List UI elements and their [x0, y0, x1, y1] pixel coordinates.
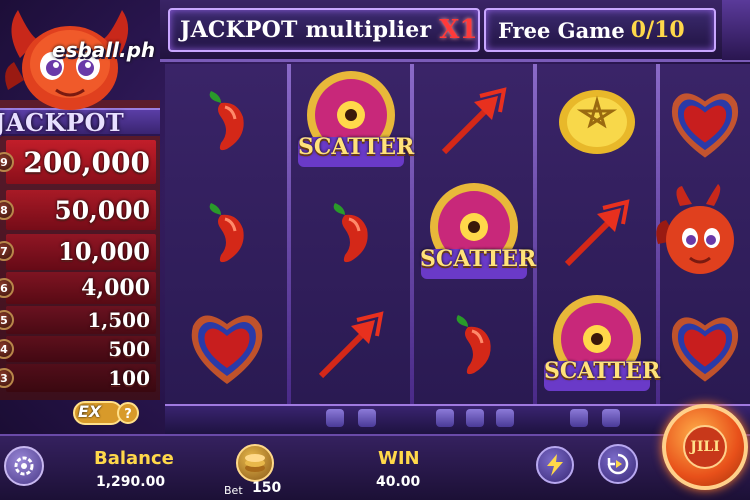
devil-wild-icon: [656, 184, 734, 274]
reel-symbol: [538, 66, 656, 178]
jackpot-tier: 9 200,000: [0, 144, 156, 180]
jackpot-multiplier-panel: JACKPOT multiplier X1: [168, 8, 480, 52]
chili-icon: [456, 315, 491, 375]
win-label: WIN: [378, 448, 420, 469]
scatter-label: SCATTER: [544, 358, 661, 384]
settings-button[interactable]: [4, 446, 44, 486]
win-value: 40.00: [376, 474, 421, 490]
jackpot-tier: 5 1,500: [0, 307, 156, 333]
flaming-heart-icon: [191, 315, 263, 384]
tier-value: 500: [108, 337, 150, 361]
skull-marker-icon: [326, 409, 344, 427]
reel-symbol: [292, 62, 410, 182]
coin-stack-icon: [245, 454, 265, 472]
scatter-wheel-icon: [544, 295, 650, 391]
game-stage: JACKPOT multiplier X1 Free Game 0/10 JAC…: [0, 0, 750, 500]
chili-icon: [209, 203, 244, 263]
trident-icon: [318, 311, 384, 379]
bet-label: Bet: [224, 484, 243, 497]
tier-value: 4,000: [81, 275, 150, 301]
chili-icon: [209, 91, 244, 151]
chili-icon: [333, 203, 368, 263]
skull-marker-icon: [358, 409, 376, 427]
tier-badge-icon: 3: [0, 368, 14, 388]
jackpot-multiplier-value: X1: [439, 15, 478, 45]
reel-symbol: [168, 178, 286, 290]
balance-label: Balance: [94, 448, 174, 469]
scatter-wheel-icon: [298, 71, 404, 167]
scatter-label: SCATTER: [298, 134, 415, 160]
tier-badge-icon: 7: [0, 241, 14, 261]
free-game-panel: Free Game 0/10: [484, 8, 716, 52]
reel-symbol: [538, 178, 656, 290]
pentagram-coin-icon: [559, 90, 635, 154]
reel-divider: [410, 64, 414, 404]
spin-button[interactable]: JILI: [662, 404, 748, 490]
brand-logo: esball.ph: [52, 38, 156, 62]
skull-marker-icon: [466, 409, 484, 427]
tier-value: 200,000: [23, 145, 150, 179]
bet-value: 150: [252, 480, 282, 496]
flaming-heart-icon: [671, 317, 739, 382]
extra-bet-label: EX: [78, 402, 102, 421]
tier-badge-icon: 5: [0, 310, 14, 330]
jackpot-tier: 8 50,000: [0, 194, 156, 226]
autoplay-icon: [607, 453, 629, 475]
tier-value: 10,000: [58, 236, 150, 266]
reel-symbol: [168, 290, 286, 402]
skull-marker-icon: [436, 409, 454, 427]
tier-badge-icon: 6: [0, 278, 14, 298]
tier-value: 100: [108, 366, 150, 390]
tier-value: 50,000: [54, 195, 150, 225]
gear-icon: [14, 456, 34, 476]
scatter-wheel-icon: [421, 183, 527, 279]
jackpot-tier: 3 100: [0, 366, 156, 390]
reel-symbol: [292, 178, 410, 290]
tier-badge-icon: 4: [0, 339, 14, 359]
jackpot-title: JACKPOT: [0, 108, 125, 137]
turbo-button[interactable]: [536, 446, 574, 484]
jackpot-multiplier-label: JACKPOT multiplier: [180, 17, 432, 43]
reel-symbol: [538, 286, 656, 406]
balance-value: 1,290.00: [96, 474, 166, 490]
tier-badge-icon: 8: [0, 200, 14, 220]
reel-symbol: [415, 290, 533, 402]
jackpot-tier: 6 4,000: [0, 274, 156, 302]
reel-symbol: [168, 66, 286, 178]
skull-marker-icon: [496, 409, 514, 427]
trident-icon: [441, 87, 507, 155]
reel-symbol: [660, 66, 750, 178]
reel-symbol: [660, 290, 750, 402]
reel-symbol: [415, 174, 533, 294]
tier-value: 1,500: [87, 308, 150, 332]
jackpot-tier: 4 500: [0, 337, 156, 361]
reel-symbol: [415, 66, 533, 178]
spin-label: JILI: [683, 425, 727, 469]
tier-badge-icon: 9: [0, 152, 14, 172]
free-game-counter: 0/10: [630, 17, 685, 43]
free-game-label: Free Game: [498, 17, 625, 43]
reel-divider: [533, 64, 537, 404]
scatter-label: SCATTER: [420, 246, 537, 272]
svg-text:?: ?: [124, 407, 132, 422]
skull-marker-icon: [602, 409, 620, 427]
top-right-ornament: [722, 0, 750, 60]
trident-icon: [564, 199, 630, 267]
jackpot-tier: 7 10,000: [0, 236, 156, 266]
flaming-heart-icon: [671, 93, 739, 158]
reel-footer: [165, 404, 750, 434]
reel-symbol: [650, 178, 750, 290]
lightning-icon: [547, 454, 563, 476]
skull-marker-icon: [570, 409, 588, 427]
reel-divider: [287, 64, 291, 404]
autoplay-button[interactable]: [598, 444, 638, 484]
reel-symbol: [292, 290, 410, 402]
bet-chip-button[interactable]: [236, 444, 274, 482]
